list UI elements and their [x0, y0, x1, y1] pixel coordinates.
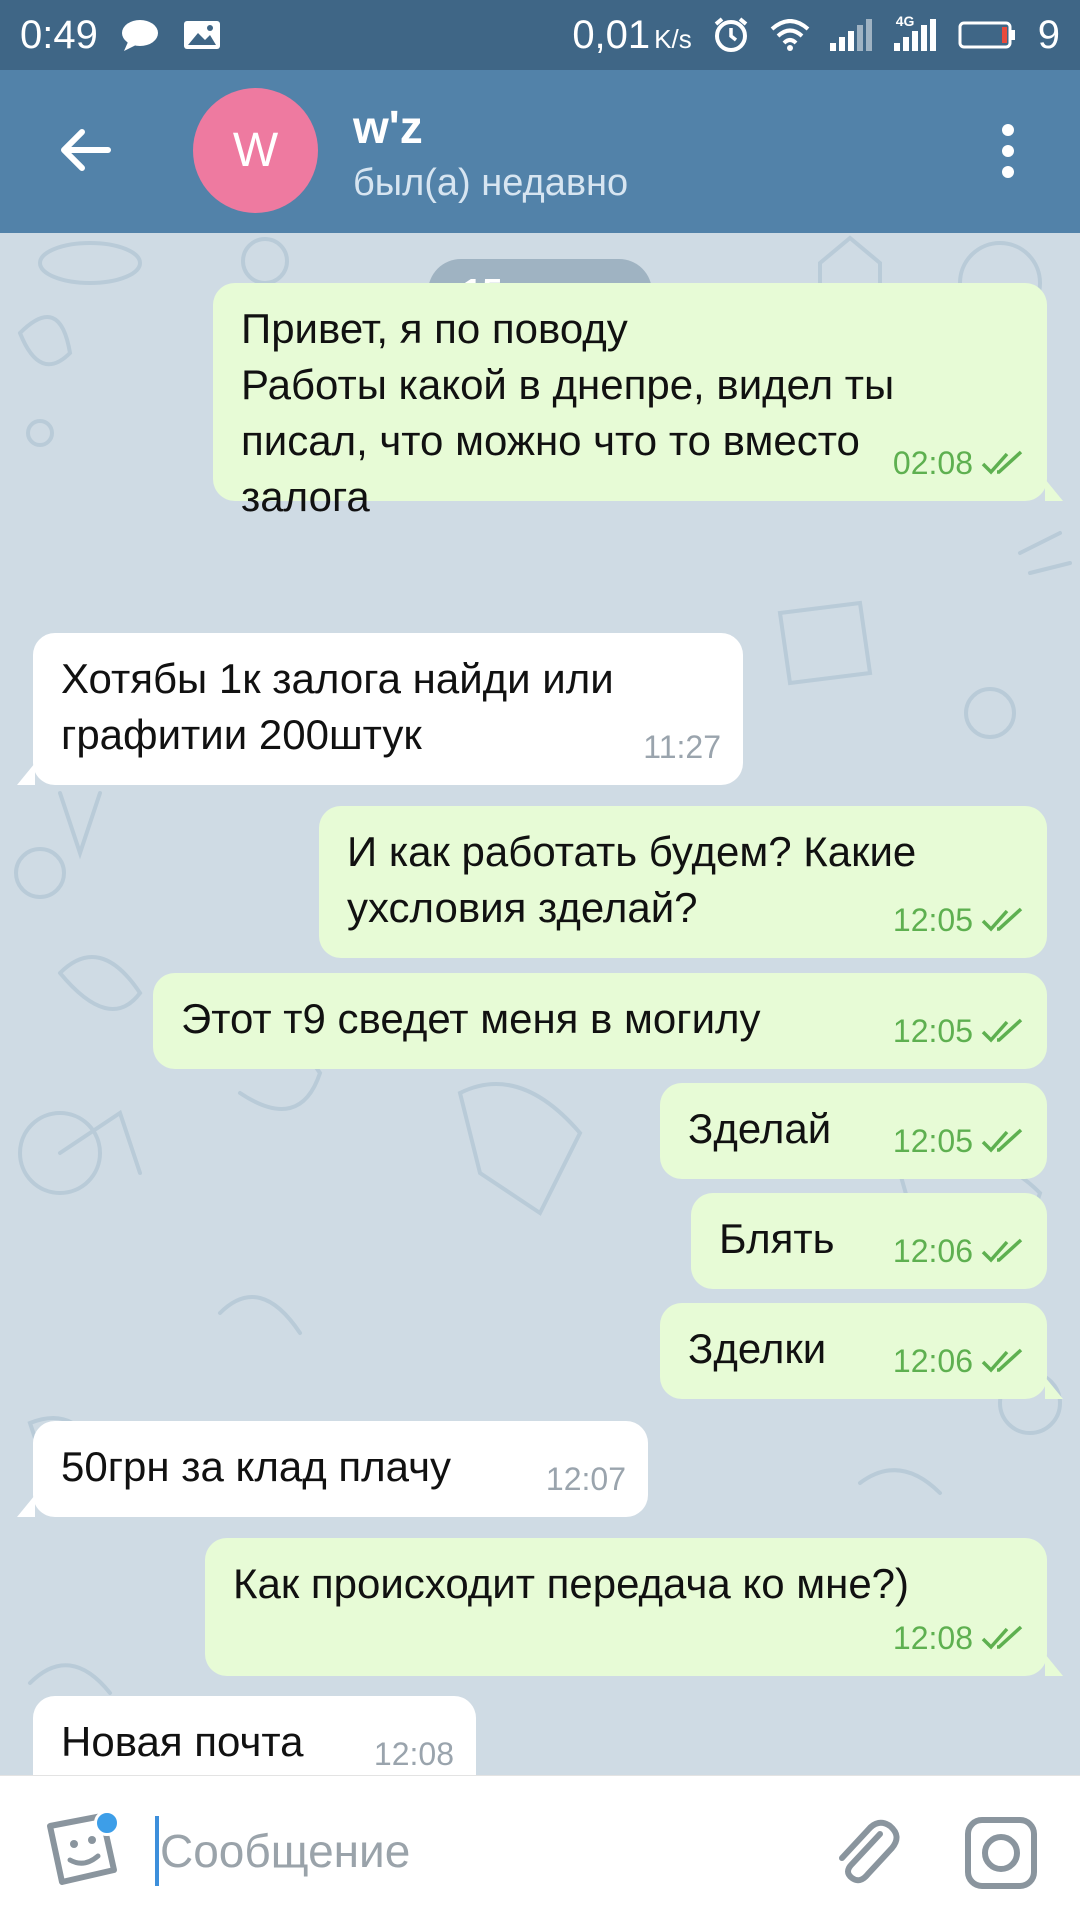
message-time: 12:07 — [545, 1461, 626, 1497]
message-text: 50грн за клад плачу — [61, 1443, 451, 1490]
signal-icon — [829, 19, 874, 51]
outgoing-message[interactable]: Блять 12:06 — [691, 1193, 1047, 1289]
double-check-icon — [981, 1238, 1023, 1263]
message-text: Привет, я по поводу Работы какой в днепр… — [241, 305, 895, 520]
outgoing-message[interactable]: Как происходит передача ко мне?) 12:08 — [205, 1538, 1063, 1676]
more-menu-button[interactable] — [986, 116, 1030, 186]
double-check-icon — [981, 1128, 1023, 1153]
battery-icon — [958, 20, 1018, 50]
battery-level: 9 — [1037, 12, 1060, 57]
message-time: 12:08 — [892, 1620, 973, 1656]
network-speed-unit: K/s — [654, 23, 692, 54]
chat-icon — [120, 18, 160, 52]
network-speed: 0,01 K/s — [572, 13, 691, 58]
double-check-icon — [981, 1625, 1023, 1650]
message-meta: 12:05 — [893, 892, 1025, 948]
bubble-tail — [1045, 1377, 1063, 1399]
avatar[interactable]: W — [193, 88, 318, 213]
incoming-message[interactable]: Новая почта 12:08 — [33, 1696, 476, 1775]
camera-icon — [965, 1817, 1037, 1889]
outgoing-message[interactable]: И как работать будем? Какие ухсловия зде… — [319, 806, 1047, 958]
message-meta: 11:27 — [643, 719, 721, 775]
message-time: 02:08 — [892, 445, 973, 481]
message-meta: 02:08 — [893, 435, 1025, 491]
image-icon — [182, 18, 222, 52]
chat-last-seen: был(а) недавно — [353, 162, 629, 204]
message-meta: 12:05 — [893, 1113, 1025, 1169]
message-time: 12:05 — [892, 1123, 973, 1159]
message-time: 12:08 — [373, 1736, 454, 1772]
bubble-tail — [1045, 479, 1063, 501]
message-text: Как происходит передача ко мне?) — [233, 1560, 910, 1607]
text-cursor — [155, 1816, 159, 1886]
more-dots-icon — [1002, 124, 1014, 136]
message-input[interactable] — [160, 1812, 780, 1890]
back-button[interactable] — [52, 118, 116, 182]
message-meta: 12:08 — [893, 1610, 1025, 1666]
arrow-left-icon — [61, 129, 111, 171]
message-time: 12:06 — [892, 1233, 973, 1269]
double-check-icon — [981, 450, 1023, 475]
camera-button[interactable] — [962, 1814, 1040, 1892]
status-bar: 0:49 0,01 K/s 4G 9 — [0, 0, 1080, 70]
double-check-icon — [981, 907, 1023, 932]
alarm-icon — [712, 16, 750, 54]
message-meta: 12:07 — [546, 1451, 626, 1507]
message-composer — [0, 1775, 1080, 1920]
message-meta: 12:08 — [374, 1726, 454, 1775]
avatar-letter: W — [232, 124, 279, 177]
network-speed-value: 0,01 — [572, 12, 651, 57]
paperclip-icon — [839, 1819, 900, 1884]
incoming-message[interactable]: 50грн за клад плачу 12:07 — [17, 1421, 648, 1517]
message-meta: 12:06 — [893, 1333, 1025, 1389]
new-stickers-badge — [94, 1810, 120, 1836]
message-time: 12:06 — [892, 1343, 973, 1379]
double-check-icon — [981, 1348, 1023, 1373]
chat-title[interactable]: w'z — [353, 100, 423, 154]
more-dots-icon-dot-3 — [1002, 166, 1014, 178]
bubble-tail — [17, 1495, 35, 1517]
message-meta: 12:06 — [893, 1223, 1025, 1279]
message-list[interactable]: 15 марта Привет, я по поводу Работы како… — [0, 233, 1080, 1775]
signal-4g-icon: 4G — [893, 13, 938, 51]
message-time: 12:05 — [892, 1013, 973, 1049]
outgoing-message[interactable]: Привет, я по поводу Работы какой в днепр… — [213, 283, 1063, 520]
outgoing-message[interactable]: Этот т9 сведет меня в могилу 12:05 — [153, 973, 1047, 1069]
message-time: 11:27 — [643, 729, 721, 765]
outgoing-message[interactable]: Зделай 12:05 — [660, 1083, 1047, 1179]
message-meta: 12:05 — [893, 1003, 1025, 1059]
bubble-tail — [17, 763, 35, 785]
bubble-tail — [1045, 1654, 1063, 1676]
chat-header: W w'z был(а) недавно — [0, 70, 1080, 233]
message-text: Хотябы 1к залога найди или графитии 200ш… — [61, 655, 614, 758]
message-time: 12:05 — [892, 902, 973, 938]
incoming-message[interactable]: Хотябы 1к залога найди или графитии 200ш… — [17, 633, 743, 785]
wifi-icon — [770, 19, 810, 51]
status-time: 0:49 — [20, 12, 98, 57]
more-dots-icon-dot-2 — [1002, 145, 1014, 157]
network-type-label: 4G — [895, 13, 915, 29]
attach-button[interactable] — [826, 1812, 904, 1890]
outgoing-message[interactable]: Зделки 12:06 — [660, 1303, 1063, 1399]
double-check-icon — [981, 1018, 1023, 1043]
